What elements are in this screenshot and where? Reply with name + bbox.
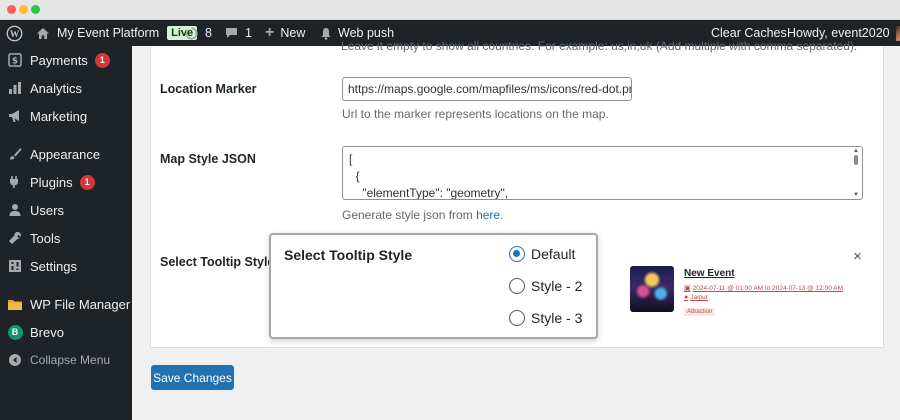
close-icon[interactable]: × [853,248,862,265]
tooltip-option-default[interactable]: Default [509,246,575,262]
wordpress-logo-button[interactable]: W [6,20,23,46]
generate-style-link[interactable]: here. [476,208,503,222]
brevo-icon: B [7,324,23,340]
sidebar-item-appearance[interactable]: Appearance [0,141,132,167]
sidebar-item-label: Brevo [30,324,64,340]
settings-icon [7,258,23,274]
howdy-label: Howdy, event2020 [787,26,890,40]
sidebar-item-payments[interactable]: $ Payments 1 [0,47,132,73]
sidebar-item-analytics[interactable]: Analytics [0,75,132,101]
sidebar-item-label: Analytics [30,80,83,96]
sidebar-item-tools[interactable]: Tools [0,225,132,251]
sidebar-item-wp-file-manager[interactable]: WP File Manager [0,291,132,317]
calendar-icon: ▣ [684,285,691,292]
scroll-down-arrow-icon[interactable]: ▼ [853,192,859,198]
tooltip-option-style-3[interactable]: Style - 3 [509,310,582,326]
sidebar-item-plugins[interactable]: Plugins 1 [0,169,132,195]
radio-style-3[interactable] [509,310,525,326]
sidebar-item-marketing[interactable]: Marketing [0,103,132,129]
sidebar-item-brevo[interactable]: B Brevo [0,319,132,345]
location-marker-label: Location Marker [160,82,257,96]
location-marker-input[interactable]: https://maps.google.com/mapfiles/ms/icon… [342,77,632,101]
json-line: { [349,169,360,183]
sidebar-item-settings[interactable]: Settings [0,253,132,279]
sidebar-item-label: Plugins [30,174,73,190]
folder-icon [7,296,23,312]
tooltip-option-style-2[interactable]: Style - 2 [509,278,582,294]
scroll-up-arrow-icon[interactable]: ▲ [853,148,859,154]
sidebar-item-label: Tools [30,230,61,246]
scroll-thumb[interactable] [854,155,858,165]
web-push-label: Web push [338,26,395,40]
site-name: My Event Platform [57,26,160,40]
countries-description: Leave it empty to show all countries. Fo… [341,39,858,53]
bell-icon [321,27,331,40]
map-style-description-text: Generate style json from [342,208,477,222]
comments-link[interactable]: 1 [225,20,252,46]
comments-count: 1 [245,26,252,40]
wrench-icon [7,230,23,246]
new-content-link[interactable]: + New [265,20,305,46]
location-pin-icon: ● [684,294,689,301]
collapse-menu-button[interactable]: Collapse Menu [0,347,132,373]
collapse-icon [7,352,23,368]
wordpress-icon: W [6,25,23,41]
tooltip-style-popup: Select Tooltip Style Default Style - 2 S… [269,233,598,339]
map-style-description: Generate style json from here. [342,208,503,222]
event-location-text: Jaipur [690,294,708,301]
popup-title: Select Tooltip Style [284,247,413,263]
event-category-badge: Attraction [684,308,716,316]
sidebar-item-label: Marketing [30,108,88,124]
site-name-link[interactable]: My Event Platform Live [36,20,198,46]
new-label: New [280,26,306,40]
payments-count-badge: 1 [94,52,110,68]
option-label: Default [531,246,576,262]
json-line: "elementType": "geometry", [349,186,509,200]
minimize-window-button[interactable] [19,5,28,14]
user-icon [7,202,23,218]
radio-default[interactable] [509,246,525,262]
close-window-button[interactable] [7,5,16,14]
window-titlebar [0,0,900,20]
option-label: Style - 2 [531,278,583,294]
sidebar-item-label: Users [30,202,64,218]
plugins-count-badge: 1 [79,174,95,190]
sidebar-item-label: Settings [30,258,77,274]
radio-style-2[interactable] [509,278,525,294]
svg-text:W: W [10,29,20,39]
home-icon [37,27,49,39]
refresh-icon [184,26,198,40]
avatar [895,25,900,41]
plugin-icon [7,174,23,190]
event-title-link[interactable]: New Event [684,268,735,279]
save-changes-button[interactable]: Save Changes [151,365,234,390]
paintbrush-icon [7,146,23,162]
sidebar-item-users[interactable]: Users [0,197,132,223]
megaphone-icon [7,108,23,124]
bar-chart-icon [7,80,23,96]
option-label: Style - 3 [531,310,583,326]
select-tooltip-style-label: Select Tooltip Style [160,255,275,269]
event-date-text: 2024-07-11 @ 01:00 AM to 2024-07-13 @ 12… [692,284,844,292]
map-style-json-textarea[interactable]: [ { "elementType": "geometry", ▲ ▼ [342,146,863,200]
plus-icon: + [265,24,275,41]
sidebar-item-label: Appearance [30,146,101,162]
event-date-range: ▣ 2024-07-11 @ 01:00 AM to 2024-07-13 @ … [684,284,844,293]
admin-sidebar: $ Payments 1 Analytics Marketing Appeara… [0,46,132,420]
dollar-icon: $ [7,52,23,68]
sidebar-item-label: Collapse Menu [30,353,111,367]
location-marker-description: Url to the marker represents locations o… [342,107,609,121]
event-thumbnail [630,266,674,312]
event-location: ● Jaipur [684,294,708,301]
svg-text:$: $ [12,57,18,67]
sidebar-item-label: Payments [30,52,88,68]
textarea-scrollbar[interactable]: ▲ ▼ [852,148,861,198]
sidebar-item-label: WP File Manager [30,296,131,312]
json-line: [ [349,152,353,166]
map-style-json-label: Map Style JSON [160,152,256,166]
updates-link[interactable]: 8 [184,20,212,46]
maximize-window-button[interactable] [31,5,40,14]
comment-icon [226,28,237,38]
updates-count: 8 [205,26,212,40]
